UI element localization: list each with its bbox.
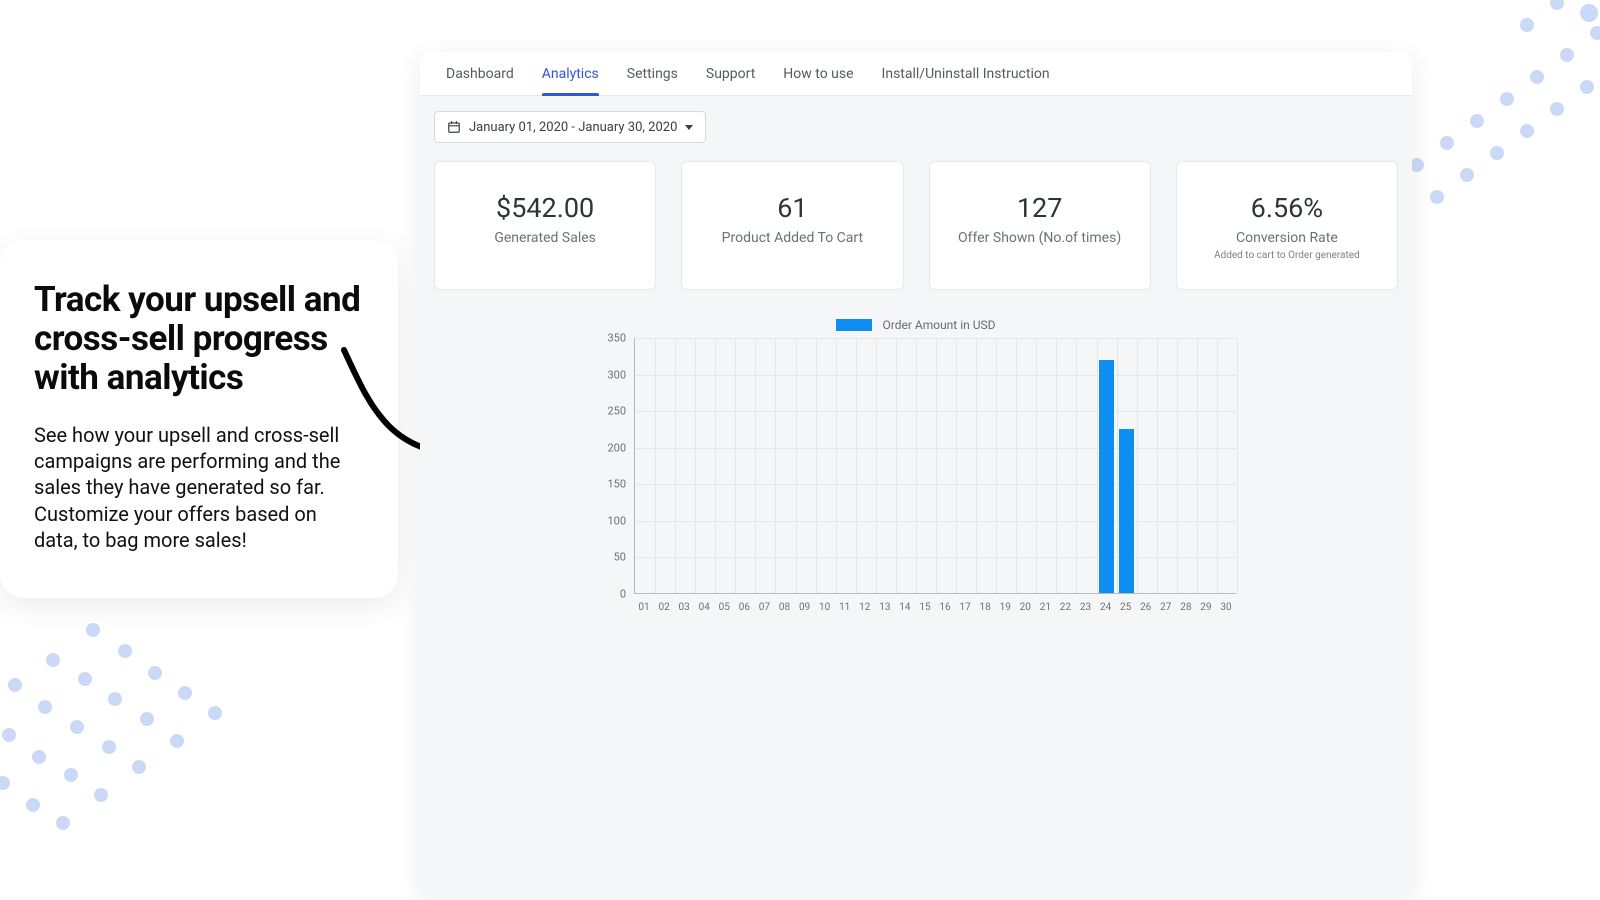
x-tick-label: 03	[679, 602, 690, 613]
date-range-picker[interactable]: January 01, 2020 - January 30, 2020	[434, 111, 706, 143]
x-tick-label: 05	[719, 602, 730, 613]
stat-label: Product Added To Cart	[692, 230, 892, 246]
stat-label: Offer Shown (No.of times)	[940, 230, 1140, 246]
x-tick-label: 22	[1060, 602, 1071, 613]
y-tick-label: 200	[607, 441, 626, 454]
tab-bar: DashboardAnalyticsSettingsSupportHow to …	[420, 52, 1412, 96]
y-tick-label: 50	[614, 551, 626, 564]
tab-how-to-use[interactable]: How to use	[769, 52, 867, 96]
stat-card: 6.56% Conversion Rate Added to cart to Ord…	[1176, 161, 1398, 290]
y-tick-label: 350	[607, 332, 626, 345]
x-tick-label: 30	[1220, 602, 1231, 613]
stat-label: Generated Sales	[445, 230, 645, 246]
stat-sublabel: Added to cart to Order generated	[1187, 250, 1387, 261]
x-tick-label: 20	[1020, 602, 1031, 613]
stat-value: 127	[940, 192, 1140, 224]
decorative-dots-bottom-left	[0, 620, 290, 860]
stats-row: $542.00 Generated Sales 61 Product Added To…	[434, 161, 1398, 290]
tab-support[interactable]: Support	[692, 52, 769, 96]
x-tick-label: 12	[859, 602, 870, 613]
x-tick-label: 07	[759, 602, 770, 613]
date-range-label: January 01, 2020 - January 30, 2020	[469, 120, 677, 135]
stat-card: 61 Product Added To Cart	[681, 161, 903, 290]
y-tick-label: 100	[607, 514, 626, 527]
x-tick-label: 02	[658, 602, 669, 613]
y-tick-label: 150	[607, 478, 626, 491]
x-tick-label: 09	[799, 602, 810, 613]
x-tick-label: 29	[1200, 602, 1211, 613]
x-tick-label: 23	[1080, 602, 1091, 613]
bar	[1119, 429, 1135, 593]
bar	[1099, 360, 1115, 593]
y-tick-label: 0	[620, 588, 626, 601]
x-tick-label: 16	[939, 602, 950, 613]
x-tick-label: 17	[959, 602, 970, 613]
x-tick-label: 11	[839, 602, 850, 613]
legend-swatch	[836, 319, 872, 331]
x-tick-label: 01	[638, 602, 649, 613]
tab-analytics[interactable]: Analytics	[528, 52, 613, 96]
calendar-icon	[447, 120, 461, 134]
bar-chart: 05 0 100 150 200 250 30 03 50 01 02 03 04 05 06 07 08 09…	[596, 338, 1236, 618]
app-panel: DashboardAnalyticsSettingsSupportHow to …	[420, 52, 1412, 900]
stat-value: $542.00	[445, 192, 645, 224]
chart-legend: Order Amount in USD	[836, 318, 995, 332]
app-body: January 01, 2020 - January 30, 2020 $542…	[420, 96, 1412, 900]
chart-container: Order Amount in USD 05010015020025030035…	[434, 318, 1398, 618]
y-tick-label: 250	[607, 405, 626, 418]
tab-dashboard[interactable]: Dashboard	[432, 52, 528, 96]
x-tick-label: 15	[919, 602, 930, 613]
x-tick-label: 24	[1100, 602, 1111, 613]
x-tick-label: 26	[1140, 602, 1151, 613]
x-axis-labels: 01 02 03 04 05 06 07 08 09 10 11 12 13 14 15 16 17 18 19 20…	[634, 598, 1236, 618]
tab-settings[interactable]: Settings	[613, 52, 692, 96]
x-tick-label: 06	[739, 602, 750, 613]
x-tick-label: 04	[699, 602, 710, 613]
caret-down-icon	[685, 125, 693, 130]
marketing-callout: Track your upsell and cross-sell progres…	[0, 240, 398, 598]
x-tick-label: 28	[1180, 602, 1191, 613]
plot-area	[634, 338, 1236, 594]
callout-body: See how your upsell and cross-sell campa…	[34, 422, 364, 554]
tab-install-uninstall-instruction[interactable]: Install/Uninstall Instruction	[868, 52, 1064, 96]
x-tick-label: 21	[1040, 602, 1051, 613]
x-tick-label: 13	[879, 602, 890, 613]
x-tick-label: 27	[1160, 602, 1171, 613]
callout-title: Track your upsell and cross-sell progres…	[34, 280, 364, 398]
x-tick-label: 10	[819, 602, 830, 613]
stat-value: 6.56%	[1187, 192, 1387, 224]
x-tick-label: 19	[1000, 602, 1011, 613]
y-axis-labels: 050100150200250300350	[596, 338, 630, 594]
x-tick-label: 25	[1120, 602, 1131, 613]
x-tick-label: 08	[779, 602, 790, 613]
stat-value: 61	[692, 192, 892, 224]
x-tick-label: 18	[980, 602, 991, 613]
stat-card: 127 Offer Shown (No.of times)	[929, 161, 1151, 290]
y-tick-label: 300	[607, 368, 626, 381]
legend-label: Order Amount in USD	[882, 318, 995, 332]
stat-label: Conversion Rate	[1187, 230, 1387, 246]
x-tick-label: 14	[899, 602, 910, 613]
stat-card: $542.00 Generated Sales	[434, 161, 656, 290]
